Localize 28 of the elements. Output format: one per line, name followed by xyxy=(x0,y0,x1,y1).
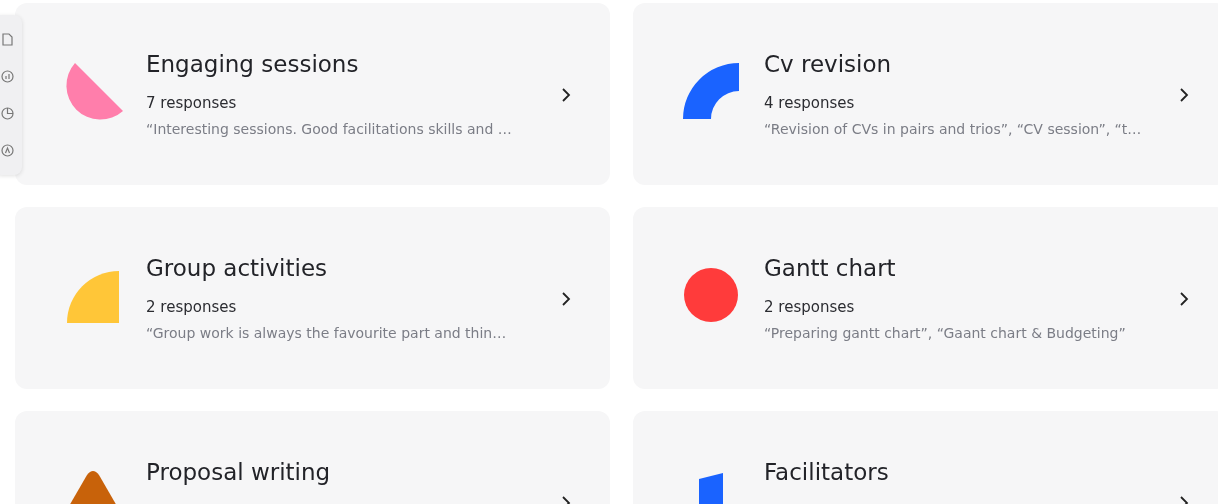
circle-icon[interactable] xyxy=(1,144,14,157)
card-title: Facilitators xyxy=(764,458,890,487)
response-count: 2 responses xyxy=(764,297,856,317)
chevron-right-icon[interactable] xyxy=(560,87,572,103)
card[interactable]: Proposal writing xyxy=(15,411,610,504)
card[interactable]: Gantt chart 2 responses “Preparing gantt chart”, “Gaant chart & Budgeting” xyxy=(633,207,1218,389)
response-quote: “Group work is always the favourite part and thin… xyxy=(146,324,508,343)
page-icon[interactable] xyxy=(1,33,14,46)
card-title: Gantt chart xyxy=(764,254,897,283)
card-title: Proposal writing xyxy=(146,458,332,487)
response-count: 2 responses xyxy=(146,297,238,317)
card[interactable]: Group activities 2 responses “Group work is always the favourite part and thin… xyxy=(15,207,610,389)
response-count: 7 responses xyxy=(146,93,238,113)
card-title: Engaging sessions xyxy=(146,50,360,79)
response-quote: “Preparing gantt chart”, “Gaant chart & Budgeting” xyxy=(764,324,1127,343)
response-quote: “Interesting sessions. Good facilitations skills and … xyxy=(146,120,513,139)
card[interactable]: Engaging sessions 7 responses “Interesting sessions. Good facilitations skills and … xyxy=(15,3,610,185)
card-title: Cv revision xyxy=(764,50,893,79)
response-count: 4 responses xyxy=(764,93,856,113)
card[interactable]: Facilitators xyxy=(633,411,1218,504)
chart-icon[interactable] xyxy=(1,70,14,83)
response-quote: “Revision of CVs in pairs and trios”, “CV session”, “t… xyxy=(764,120,1143,139)
pie-chart-icon[interactable] xyxy=(1,107,14,120)
card-title: Group activities xyxy=(146,254,329,283)
card[interactable]: Cv revision 4 responses “Revision of CVs in pairs and trios”, “CV session”, “t… xyxy=(633,3,1218,185)
chevron-right-icon[interactable] xyxy=(560,291,572,307)
chevron-right-icon[interactable] xyxy=(1178,87,1190,103)
chevron-right-icon[interactable] xyxy=(1178,291,1190,307)
